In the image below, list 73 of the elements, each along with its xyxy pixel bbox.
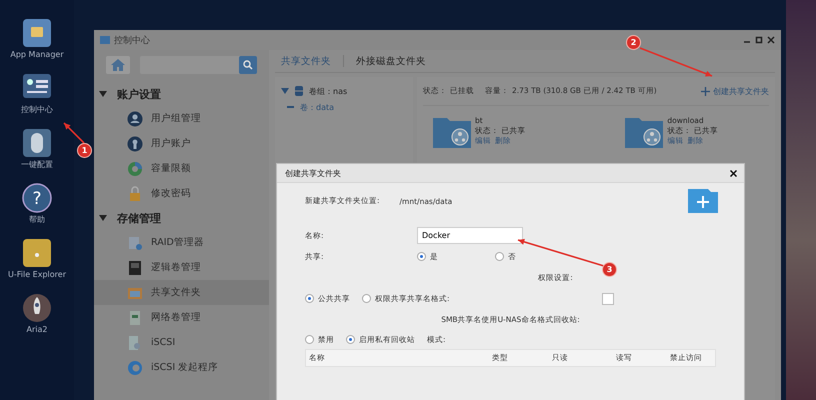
help-icon[interactable]: ? (22, 183, 52, 213)
name-field[interactable]: Docker (417, 227, 523, 244)
item-label: 逻辑卷管理 (151, 261, 201, 274)
tab[interactable]: 共享文件夹 (281, 54, 331, 68)
disk-icon (127, 334, 143, 350)
shared-folder-icon[interactable] (625, 116, 664, 148)
item-label: RAID管理器 (151, 236, 204, 249)
annotation-arrow (63, 122, 85, 144)
search-field[interactable] (140, 56, 257, 74)
sidebar-item[interactable]: iSCSI (94, 330, 269, 355)
tree-node[interactable]: 卷：data (300, 102, 334, 112)
window-title: 控制中心 (114, 34, 150, 46)
app-label[interactable]: 帮助 (7, 215, 67, 225)
sidebar-item[interactable]: 用户组管理 (94, 106, 269, 131)
item-label: 网络卷管理 (151, 311, 201, 324)
app-label[interactable]: App Manager (7, 50, 67, 60)
plus-icon (701, 86, 710, 96)
database-icon (295, 86, 303, 96)
sidebar-section[interactable]: 存储管理 (94, 206, 269, 230)
sidebar-section[interactable]: 账户设置 (94, 82, 269, 106)
sidebar-item[interactable]: 共享文件夹 (94, 280, 269, 305)
close-icon[interactable] (730, 170, 737, 176)
padlock-icon (127, 186, 143, 202)
mouse-icon[interactable] (22, 128, 52, 158)
item-label: 共享文件夹 (151, 286, 201, 299)
sidebar-item[interactable]: 逻辑卷管理 (94, 255, 269, 280)
tree-node[interactable]: 卷组：nas (309, 86, 348, 96)
drive-icon (127, 260, 143, 276)
caret-icon[interactable] (99, 90, 107, 98)
caret-icon[interactable] (281, 87, 289, 95)
app-store-icon[interactable] (22, 18, 52, 48)
server-icon (127, 234, 143, 250)
folder-app-icon[interactable] (22, 238, 52, 268)
app-label[interactable]: 控制中心 (7, 105, 67, 115)
shared-folder-icon[interactable] (433, 116, 471, 148)
rocket-icon[interactable] (22, 293, 52, 323)
item-label: iSCSI (151, 337, 176, 348)
item-label: iSCSI 发起程序 (151, 361, 218, 374)
user-icon (127, 136, 143, 152)
radio-button[interactable] (495, 252, 504, 261)
app-label[interactable]: 一键配置 (7, 160, 67, 170)
radio-button[interactable] (305, 335, 314, 344)
item-label: 修改密码 (151, 187, 191, 200)
dialog-title: 创建共享文件夹 (285, 168, 341, 178)
network-drive-icon (127, 310, 143, 326)
radio-button[interactable] (305, 294, 314, 303)
sidebar-item[interactable]: 修改密码 (94, 181, 269, 206)
sidebar-item[interactable]: 用户账户 (94, 131, 269, 156)
app-label[interactable]: U-File Explorer (7, 270, 67, 280)
globe-icon (127, 360, 143, 376)
item-label: 容量限额 (151, 162, 191, 175)
sidebar-item[interactable]: 网络卷管理 (94, 305, 269, 330)
section-title: 存储管理 (117, 210, 161, 226)
search-icon[interactable] (239, 56, 257, 74)
pie-chart-icon (127, 160, 143, 176)
item-label: 用户组管理 (151, 112, 201, 125)
checkbox[interactable] (602, 292, 614, 304)
sidebar-item[interactable]: 容量限额 (94, 156, 269, 181)
new-folder-button[interactable] (688, 189, 718, 213)
caret-icon[interactable] (99, 214, 107, 222)
maximize-icon[interactable] (755, 36, 763, 44)
item-label: 用户账户 (151, 137, 191, 150)
user-group-icon (127, 110, 143, 126)
app-label[interactable]: Aria2 (7, 325, 67, 335)
tab[interactable]: 外接磁盘文件夹 (356, 54, 426, 68)
sidebar-item[interactable]: RAID管理器 (94, 230, 269, 255)
radio-button[interactable] (362, 294, 371, 303)
create-share-link[interactable]: 创建共享文件夹 (701, 86, 769, 96)
sidebar-item[interactable]: iSCSI 发起程序 (94, 355, 269, 380)
radio-button[interactable] (417, 252, 426, 261)
radio-button[interactable] (346, 335, 355, 344)
window-logo-icon (100, 36, 110, 44)
section-title: 账户设置 (117, 86, 161, 102)
